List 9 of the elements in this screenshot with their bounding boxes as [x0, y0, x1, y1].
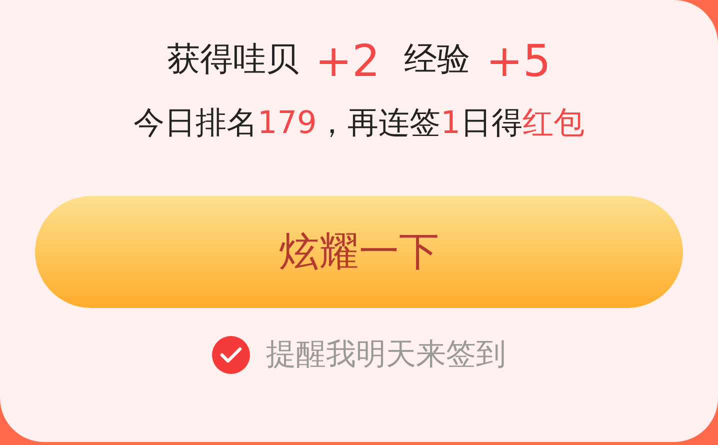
reward-value: +5: [486, 40, 551, 84]
rank-text: 今日排名 179，再连签1 日得红包: [134, 104, 584, 142]
check-icon: [220, 346, 242, 362]
checkbox[interactable]: [212, 336, 250, 374]
share-button[interactable]: 炫耀一下: [35, 196, 683, 308]
reward-value: +2: [315, 40, 380, 84]
reminder-label: 提醒我明天来签到: [266, 336, 506, 374]
reward-label: 经验: [404, 38, 470, 80]
reward-label: 获得哇贝: [167, 38, 300, 80]
